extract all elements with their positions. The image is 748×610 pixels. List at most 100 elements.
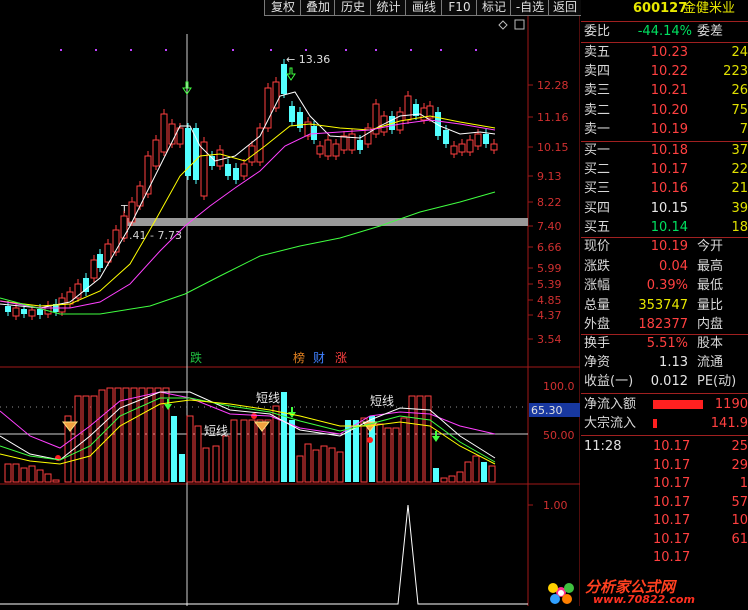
panel-bids-3-label: 买四	[584, 200, 611, 216]
indicator-axis-label: 100.0	[543, 380, 575, 393]
signal-line	[0, 504, 528, 605]
diamond-icon	[498, 20, 508, 30]
marker-dot	[410, 49, 412, 51]
indicator-bar	[296, 455, 304, 483]
toolbar-button-6[interactable]: 标记	[476, 0, 511, 16]
candle-body	[348, 133, 356, 151]
panel-quote-0-value: 10.19	[650, 239, 688, 254]
toolbar-button-0[interactable]: 复权	[264, 0, 301, 16]
candle-body	[120, 215, 128, 239]
panel-ratio-diff_label: 委差	[697, 24, 724, 39]
panel-quote-3-label2: 量比	[697, 297, 724, 313]
quote-panel: 600127 金健米业 委比 -44.14% 委差 卖五 10.23 24 卖四 10.22 223…	[581, 0, 748, 606]
panel-asks-3-vol: 75	[731, 102, 748, 118]
indicator-axis-label: 50.00	[543, 429, 575, 442]
bid-row: 买四 10.15 39	[581, 200, 748, 218]
panel-stats-2-label: 收益(一)	[584, 374, 634, 389]
indicator-bar	[433, 468, 439, 482]
panel-flow-1-label: 大宗流入	[584, 416, 637, 431]
indicator-bar	[154, 387, 162, 483]
panel-ticks-6-price: 10.17	[653, 550, 691, 565]
indicator-bar	[230, 419, 238, 483]
panel-asks-2-vol: 26	[731, 83, 748, 99]
block-inflow-bar	[653, 419, 657, 428]
panel-asks-3-label: 卖二	[584, 102, 611, 118]
panel-stats-0-label2: 股本	[697, 336, 724, 351]
candle-body	[28, 309, 36, 317]
candle-body	[256, 127, 264, 163]
short-line-label: 短线	[370, 394, 394, 408]
marker-dot	[305, 49, 307, 51]
candle-body	[404, 95, 412, 121]
marker-dot	[95, 49, 97, 51]
indicator-bar	[28, 465, 36, 483]
panel-asks-0-price: 10.23	[650, 45, 688, 60]
ma-long-line	[0, 119, 496, 309]
panel-bids-0-price: 10.18	[650, 143, 688, 158]
tick-row: 10.17 61	[581, 531, 748, 549]
candle-body	[289, 106, 295, 122]
panel-flow-1-value: 141.9	[710, 416, 748, 431]
indicator-bar	[312, 449, 320, 483]
price-axis-label: 3.54	[537, 333, 562, 346]
panel-ticks-1-vol: 29	[731, 457, 748, 473]
panel-ratio-label: 委比	[584, 24, 611, 39]
toolbar-button-2[interactable]: 历史	[334, 0, 371, 16]
toolbar-button-8[interactable]: 返回	[548, 0, 581, 16]
inflow-bar	[653, 400, 703, 409]
toolbar-button-5[interactable]: F10	[441, 0, 477, 16]
indicator-bar	[171, 416, 177, 482]
panel-quote-2-label2: 最低	[697, 278, 724, 293]
candle-body	[316, 145, 324, 155]
short-line-label: 短线	[256, 391, 280, 405]
panel-ticks-0-price: 10.17	[653, 439, 691, 454]
indicator-bar	[20, 467, 28, 483]
event-mark: 财	[313, 351, 325, 365]
panel-stats-1-label2: 流通	[697, 355, 724, 370]
panel-divider	[581, 42, 748, 43]
candle-body	[12, 307, 20, 317]
event-mark: 涨	[335, 350, 347, 365]
toolbar-button-7[interactable]: -自选	[510, 0, 549, 16]
panel-quote-3-value: 353747	[638, 297, 688, 313]
candle-body	[128, 201, 136, 223]
indicator-bar	[106, 387, 114, 483]
panel-ticks-0-vol: 25	[731, 439, 748, 454]
indicator-bar	[392, 427, 400, 483]
panel-ticks-1-price: 10.17	[653, 457, 691, 473]
ask-row: 卖一 10.19 7	[581, 121, 748, 139]
marker-dot	[375, 49, 377, 51]
indicator-bar	[122, 387, 130, 483]
candle-body	[185, 128, 191, 176]
bid-row: 买五 10.14 18	[581, 219, 748, 237]
panel-asks-4-label: 卖一	[584, 121, 611, 137]
panel-ticks-2-price: 10.17	[653, 476, 691, 491]
toolbar-button-1[interactable]: 叠加	[300, 0, 335, 16]
ma-short-line	[0, 91, 496, 309]
lower-axis-label: 1.00	[543, 499, 568, 512]
tick-row: 10.17	[581, 549, 748, 567]
indicator-pane: 100.050.0065.30短线短线短线	[0, 380, 580, 483]
panel-bids-2-label: 买三	[584, 181, 611, 197]
chart-area[interactable]: 12.28 11.16 10.15 9.13 8.22 7.40 6.66 5.99 5.39 4…	[0, 16, 580, 606]
price-axis-label: 8.22	[537, 196, 562, 209]
marker-dot	[60, 49, 62, 51]
candle-body	[340, 135, 348, 151]
panel-bids-1-price: 10.17	[650, 162, 688, 178]
toolbar-button-3[interactable]: 统计	[370, 0, 406, 16]
quote-row: 涨跌 0.04 最高	[581, 258, 748, 276]
panel-asks-3-price: 10.20	[650, 102, 688, 118]
price-axis-label: 5.39	[537, 278, 562, 291]
indicator-bar	[264, 419, 272, 483]
panel-bids-3-price: 10.15	[650, 200, 688, 216]
panel-quote-4-value: 182377	[638, 317, 688, 332]
quote-row: 现价 10.19 今开	[581, 238, 748, 256]
panel-stats-1-value: 1.13	[659, 355, 688, 370]
stock-code: 600127	[633, 1, 688, 16]
panel-flow-0-value: 1190	[714, 397, 748, 412]
toolbar-button-4[interactable]: 画线	[405, 0, 442, 16]
indicator-bar	[424, 395, 432, 483]
indicator-bar	[4, 463, 12, 483]
price-axis-label: 9.13	[537, 170, 562, 183]
tick-row: 10.17 10	[581, 512, 748, 530]
